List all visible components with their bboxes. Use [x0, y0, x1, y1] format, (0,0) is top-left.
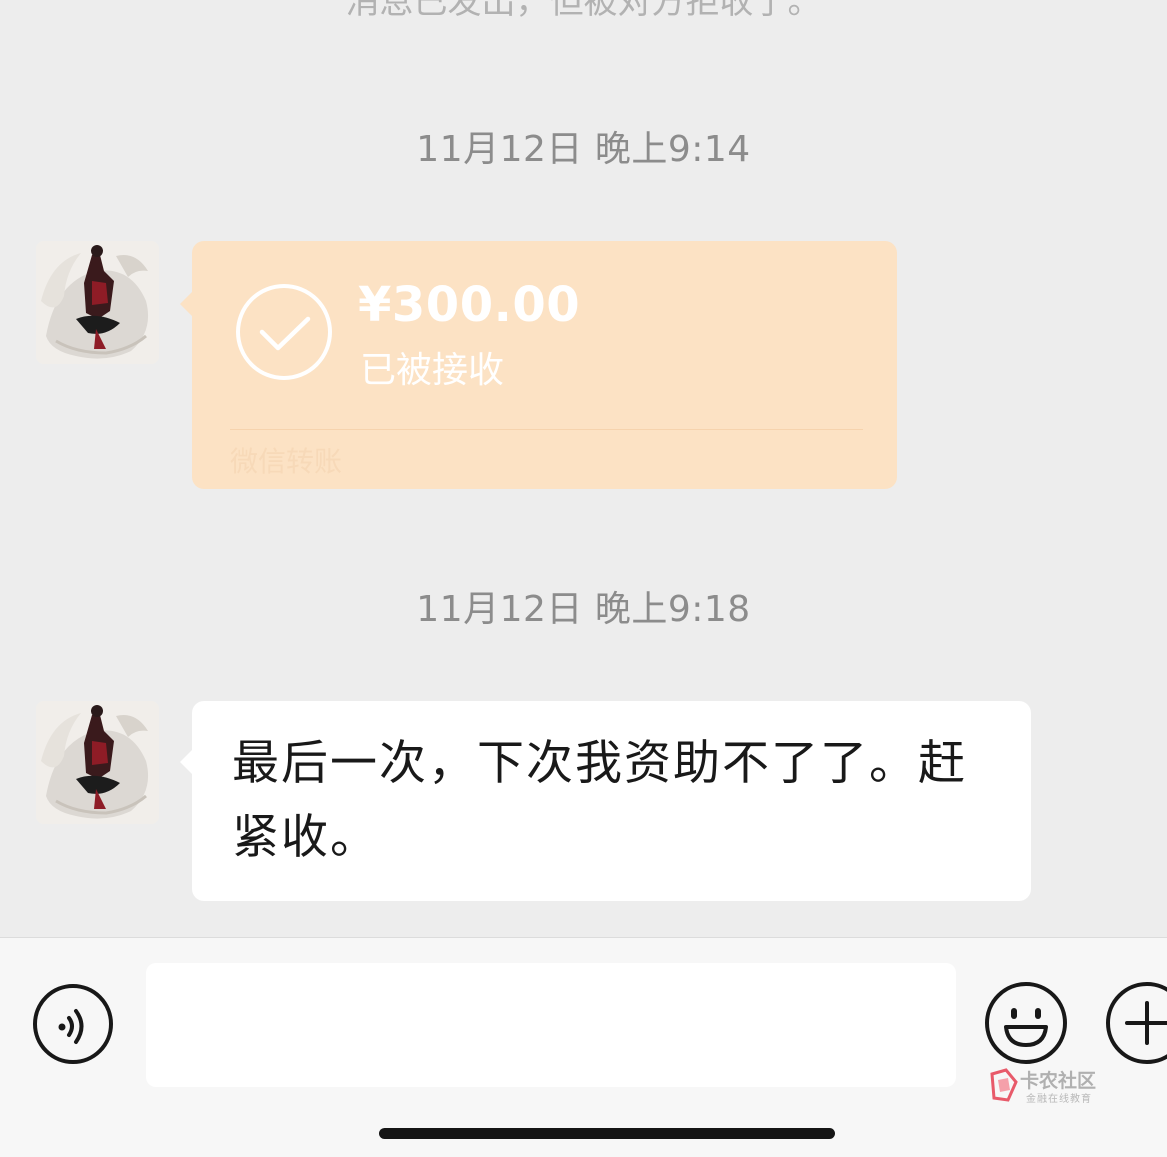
input-bar: 卡农社区 金融在线教育	[0, 937, 1167, 1157]
avatar-image	[36, 701, 159, 824]
transfer-label: 微信转账	[230, 445, 343, 478]
message-text-line: 最后一次，下次我资助不了了。赶	[232, 736, 967, 791]
voice-icon[interactable]	[32, 983, 114, 1065]
avatar-image	[36, 241, 159, 364]
message-input[interactable]	[146, 963, 956, 1087]
watermark-logo-icon	[990, 1068, 1018, 1102]
watermark-subtitle: 金融在线教育	[1026, 1094, 1092, 1105]
transfer-status: 已被接收	[360, 350, 505, 391]
transfer-amount: ¥300.00	[358, 277, 581, 333]
chat-area[interactable]: 消息已发出，但被对方拒收了。 11月12日 晚上9:14 ¥300.00 已被接…	[0, 0, 1167, 937]
timestamp: 11月12日 晚上9:18	[416, 589, 751, 630]
system-message-cutoff: 消息已发出，但被对方拒收了。	[345, 0, 822, 22]
timestamp: 11月12日 晚上9:14	[416, 129, 751, 170]
watermark: 卡农社区 金融在线教育	[988, 1068, 1128, 1108]
message-bubble[interactable]: 最后一次，下次我资助不了了。赶 紧收。	[180, 701, 1031, 901]
emoji-icon[interactable]	[984, 981, 1068, 1065]
avatar[interactable]	[36, 241, 159, 364]
watermark-title: 卡农社区	[1020, 1070, 1097, 1092]
plus-icon[interactable]	[1105, 981, 1167, 1065]
avatar[interactable]	[36, 701, 159, 824]
check-circle-icon	[236, 284, 332, 380]
bubble-tail	[180, 749, 193, 775]
bubble-tail	[180, 291, 193, 317]
home-indicator[interactable]	[379, 1128, 835, 1139]
message-text-line: 紧收。	[232, 810, 379, 865]
transfer-card[interactable]: ¥300.00 已被接收 微信转账	[180, 241, 897, 489]
divider	[230, 429, 863, 430]
